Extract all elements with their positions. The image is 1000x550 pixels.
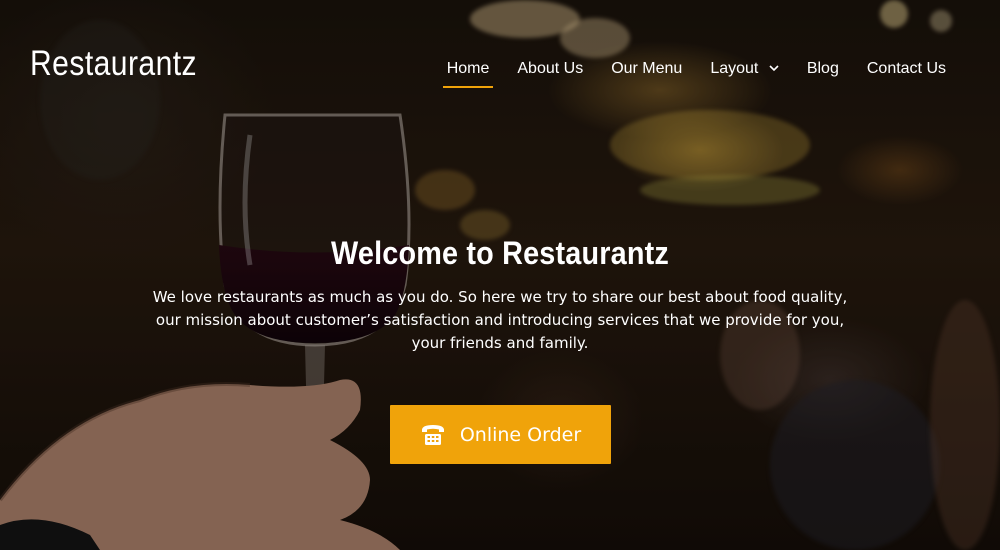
telephone-icon — [421, 424, 444, 445]
nav-item-label: Layout — [710, 60, 759, 77]
nav-item-label: Contact Us — [866, 60, 946, 77]
nav-item-contact-us[interactable]: Contact Us — [853, 58, 960, 88]
hero-text: We love restaurants as much as you do. S… — [152, 288, 848, 352]
nav-item-layout[interactable]: Layout — [696, 58, 793, 88]
main-nav: Home About Us Our Menu Layout Blog Conta… — [433, 58, 960, 88]
nav-item-about-us[interactable]: About Us — [503, 58, 597, 88]
nav-item-label: Blog — [806, 60, 839, 77]
nav-item-label: Our Menu — [611, 60, 683, 77]
hero-title: Welcome to Restaurantz — [331, 235, 669, 271]
nav-item-blog[interactable]: Blog — [793, 58, 853, 88]
nav-item-label: About Us — [517, 60, 584, 77]
chevron-down-icon — [769, 65, 779, 72]
nav-item-label: Home — [446, 60, 490, 77]
online-order-label: Online Order — [459, 423, 582, 446]
nav-item-our-menu[interactable]: Our Menu — [597, 58, 696, 88]
online-order-button[interactable]: Online Order — [390, 405, 611, 464]
nav-item-home[interactable]: Home — [433, 58, 504, 88]
hero-content: Welcome to Restaurantz We love restauran… — [0, 235, 1000, 355]
site-header: Restaurantz Home About Us Our Menu Layou… — [0, 0, 1000, 130]
site-logo[interactable]: Restaurantz — [30, 44, 197, 84]
